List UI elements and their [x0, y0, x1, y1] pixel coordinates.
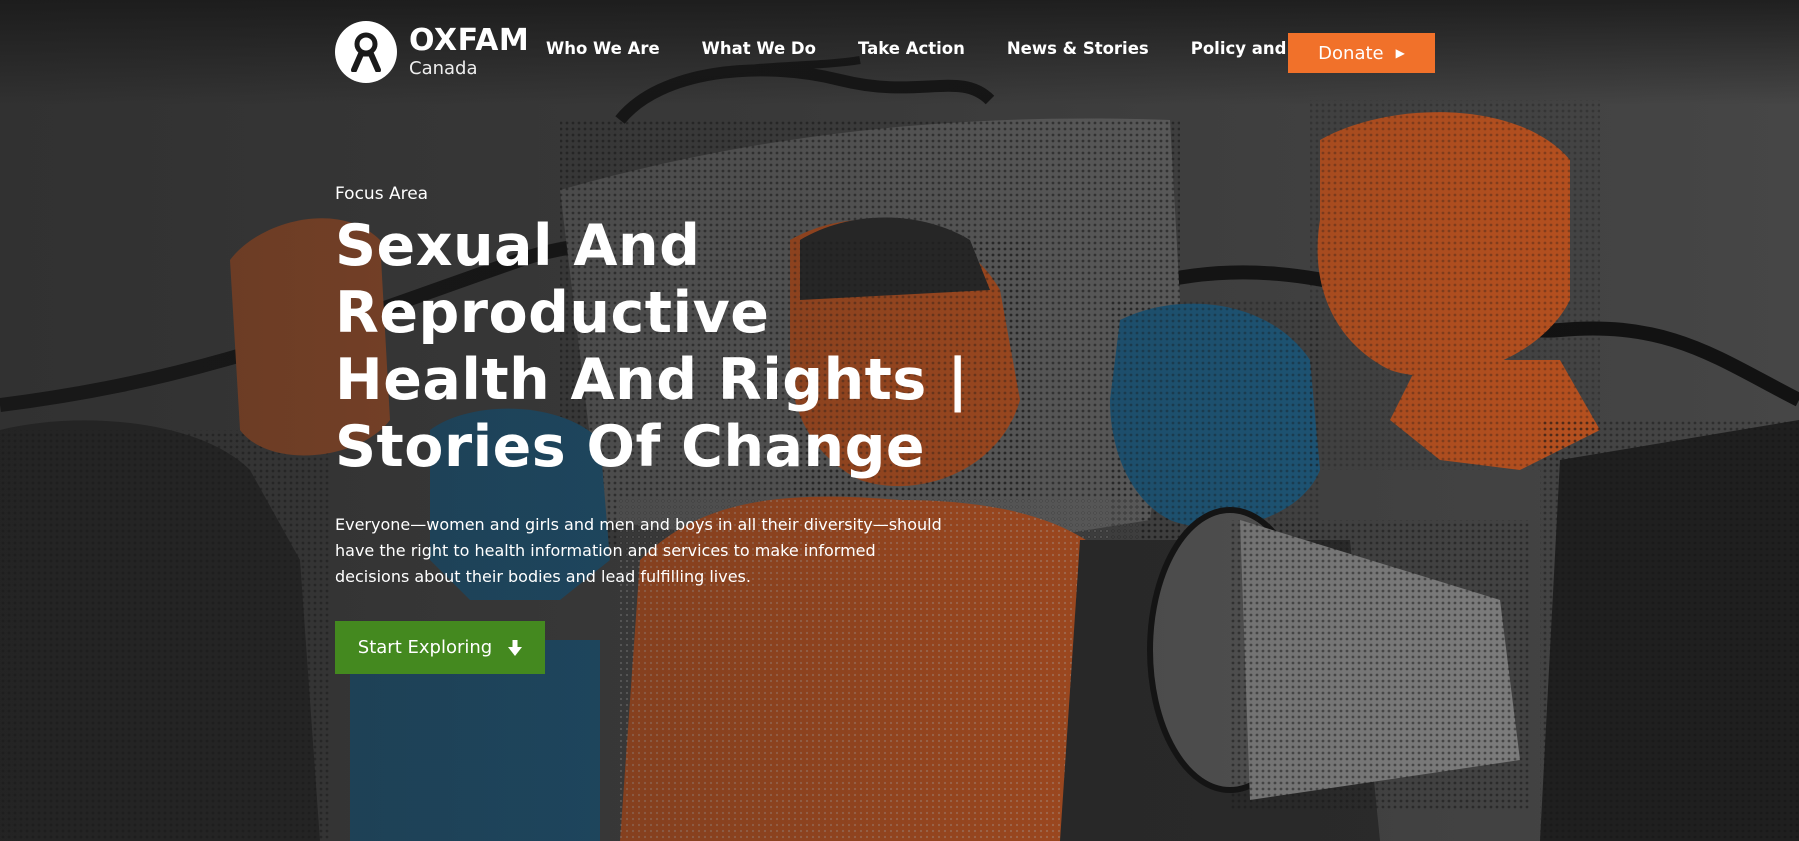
hero-description: Everyone—women and girls and men and boy…	[335, 515, 942, 586]
play-triangle-icon: ▶	[1395, 46, 1405, 60]
donate-button[interactable]: Donate ▶	[1288, 33, 1435, 73]
donate-label: Donate	[1318, 42, 1384, 64]
main-nav: Who We Are What We Do Take Action News &…	[546, 39, 1368, 58]
oxfam-logo-icon	[335, 21, 397, 83]
oxfam-logo-link[interactable]: OXFAM Canada	[335, 19, 529, 85]
start-exploring-button[interactable]: Start Exploring	[335, 621, 545, 674]
logo-country: Canada	[409, 58, 478, 79]
nav-item-news-stories[interactable]: News & Stories	[1007, 39, 1149, 58]
nav-item-take-action[interactable]: Take Action	[858, 39, 965, 58]
nav-item-what-we-do[interactable]: What We Do	[702, 39, 816, 58]
nav-item-who-we-are[interactable]: Who We Are	[546, 39, 660, 58]
start-exploring-label: Start Exploring	[357, 637, 493, 658]
page-title: Sexual And Reproductive Health And Right…	[335, 213, 969, 480]
arrow-down-icon	[508, 639, 523, 656]
logo-name: OXFAM	[409, 23, 530, 58]
focus-area-label: Focus Area	[335, 184, 429, 204]
site-header: OXFAM Canada Who We Are What We Do Take …	[0, 0, 1799, 105]
